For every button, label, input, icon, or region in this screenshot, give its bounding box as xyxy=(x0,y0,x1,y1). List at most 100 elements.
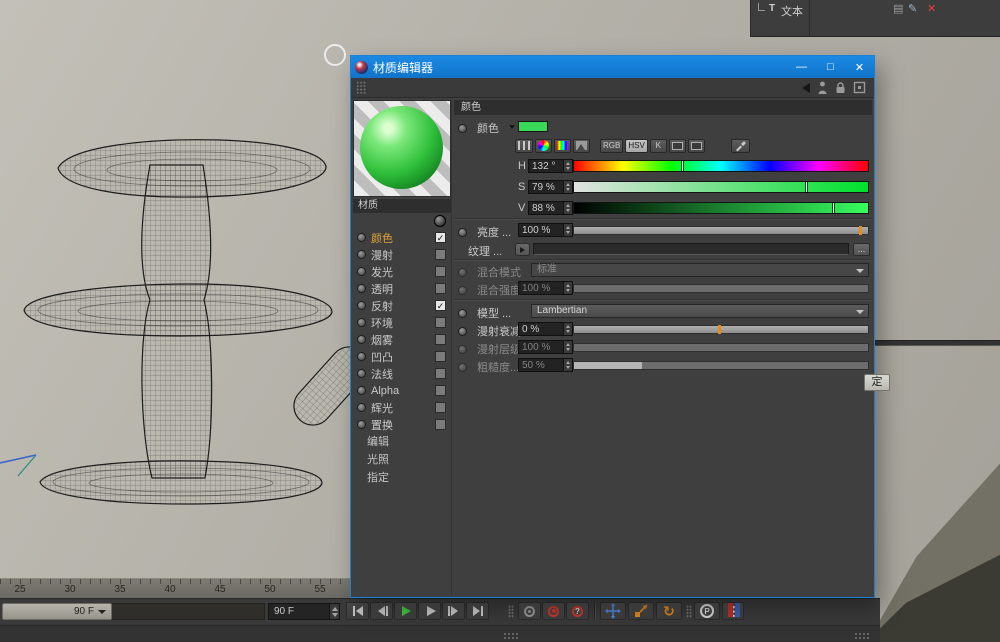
screen-compact-button[interactable] xyxy=(669,139,686,153)
prev-key-button[interactable] xyxy=(370,602,393,620)
channel-checkbox[interactable] xyxy=(435,249,446,260)
brightness-slider[interactable] xyxy=(573,226,869,235)
channel-row-alpha[interactable]: Alpha xyxy=(353,382,451,399)
frame-number-field[interactable]: 90 F xyxy=(268,603,340,620)
record-settings-button[interactable] xyxy=(518,602,541,620)
goto-end-button[interactable] xyxy=(466,602,489,620)
panel-grip[interactable] xyxy=(854,632,869,640)
channel-row-reflection[interactable]: 反射 xyxy=(353,297,451,314)
spinner[interactable] xyxy=(563,224,572,236)
channel-checkbox[interactable] xyxy=(435,402,446,413)
edit-pencil-icon[interactable]: ✎ xyxy=(908,2,917,16)
spinner[interactable] xyxy=(563,341,572,353)
next-frame-button[interactable] xyxy=(418,602,441,620)
mannequin-icon[interactable] xyxy=(817,81,828,94)
close-button[interactable]: ✕ xyxy=(845,56,874,78)
maximize-button[interactable]: □ xyxy=(816,56,845,78)
image-picker-button[interactable] xyxy=(573,139,590,153)
channel-row-transparency[interactable]: 透明 xyxy=(353,280,451,297)
roughness-field[interactable]: 50 % xyxy=(518,358,573,372)
channel-checkbox[interactable] xyxy=(435,283,446,294)
toolbar-grip[interactable] xyxy=(686,605,692,618)
spinner[interactable] xyxy=(563,160,572,172)
diffuse-level-field[interactable]: 100 % xyxy=(518,340,573,354)
spinner[interactable] xyxy=(563,323,572,335)
color-swatch[interactable] xyxy=(518,121,548,132)
channel-checkbox[interactable] xyxy=(435,334,446,345)
material-preview[interactable] xyxy=(353,100,451,197)
hsv-mode-button[interactable]: HSV xyxy=(625,139,647,153)
channel-checkbox[interactable] xyxy=(435,266,446,277)
channel-row-fog[interactable]: 烟雾 xyxy=(353,331,451,348)
value-field[interactable]: 88 % xyxy=(528,201,573,215)
layout-columns-icon[interactable] xyxy=(728,603,744,619)
window-titlebar[interactable]: 材质编辑器 — □ ✕ xyxy=(351,56,874,78)
autokey-help-button[interactable]: ? xyxy=(566,602,589,620)
channel-row-bump[interactable]: 凹凸 xyxy=(353,348,451,365)
sliders-mode-button[interactable] xyxy=(515,139,533,153)
channel-checkbox[interactable] xyxy=(435,232,446,243)
fold-arrow-icon[interactable] xyxy=(509,125,515,129)
k-mode-button[interactable]: K xyxy=(650,139,667,153)
toolbar-grip[interactable] xyxy=(356,81,366,94)
channel-checkbox[interactable] xyxy=(435,317,446,328)
diffuse-falloff-slider[interactable] xyxy=(573,325,869,334)
channel-checkbox[interactable] xyxy=(435,300,446,311)
history-back-icon[interactable] xyxy=(802,83,810,93)
eyedropper-button[interactable] xyxy=(731,139,750,153)
texture-browse-button[interactable]: ... xyxy=(853,243,870,256)
play-button[interactable] xyxy=(394,602,417,620)
saturation-bar[interactable] xyxy=(573,181,869,193)
texture-arrow-button[interactable] xyxy=(515,243,530,256)
roughness-slider[interactable] xyxy=(573,361,869,370)
mode-edit[interactable]: 编辑 xyxy=(353,433,451,451)
channel-checkbox[interactable] xyxy=(435,419,446,430)
frame-icon[interactable] xyxy=(853,81,866,94)
hue-field[interactable]: 132 ° xyxy=(528,159,573,173)
model-dropdown[interactable]: Lambertian xyxy=(531,304,869,318)
minimize-button[interactable]: — xyxy=(787,56,816,78)
slider-handle[interactable] xyxy=(859,226,862,235)
spinner[interactable] xyxy=(329,604,339,619)
rotate-tool-button[interactable]: ↻ xyxy=(656,602,682,620)
lock-icon[interactable] xyxy=(835,81,846,94)
channel-row-normal[interactable]: 法线 xyxy=(353,365,451,382)
hue-bar[interactable] xyxy=(573,160,869,172)
toolbar-grip[interactable] xyxy=(508,605,514,618)
spinner[interactable] xyxy=(563,359,572,371)
screen-wide-button[interactable] xyxy=(688,139,705,153)
channel-row-environment[interactable]: 环境 xyxy=(353,314,451,331)
channel-checkbox[interactable] xyxy=(435,368,446,379)
channel-row-glow[interactable]: 辉光 xyxy=(353,399,451,416)
parent-tool-button[interactable]: P xyxy=(694,602,720,620)
move-tool-button[interactable] xyxy=(600,602,626,620)
delete-icon[interactable]: ✕ xyxy=(927,2,936,16)
panel-grip[interactable] xyxy=(503,632,518,640)
mix-mode-dropdown[interactable]: 标准 xyxy=(531,263,869,277)
channel-row-color[interactable]: 颜色 xyxy=(353,229,451,246)
mode-illumination[interactable]: 光照 xyxy=(353,451,451,469)
saturation-marker[interactable] xyxy=(806,182,807,192)
assign-button[interactable]: 定 xyxy=(864,374,890,391)
hue-marker[interactable] xyxy=(682,161,683,171)
frame-scrollbar-thumb[interactable]: 90 F xyxy=(2,603,112,620)
tree-item-text[interactable]: 文本 xyxy=(781,3,803,19)
spinner[interactable] xyxy=(563,181,572,193)
diffuse-falloff-field[interactable]: 0 % xyxy=(518,322,573,336)
texture-path-field[interactable] xyxy=(533,243,849,255)
spinner[interactable] xyxy=(563,282,572,294)
preview-type-icon[interactable] xyxy=(434,215,446,227)
goto-start-button[interactable] xyxy=(346,602,369,620)
channel-checkbox[interactable] xyxy=(435,385,446,396)
next-key-button[interactable] xyxy=(442,602,465,620)
mix-strength-slider[interactable] xyxy=(573,284,869,293)
channel-row-diffusion[interactable]: 漫射 xyxy=(353,246,451,263)
layer-icon[interactable]: ▤ xyxy=(893,2,903,16)
value-bar[interactable] xyxy=(573,202,869,214)
diffuse-level-slider[interactable] xyxy=(573,343,869,352)
slider-handle[interactable] xyxy=(718,325,721,334)
record-keyframe-button[interactable] xyxy=(542,602,565,620)
saturation-field[interactable]: 79 % xyxy=(528,180,573,194)
spectrum-button[interactable] xyxy=(554,139,571,153)
spinner[interactable] xyxy=(563,202,572,214)
